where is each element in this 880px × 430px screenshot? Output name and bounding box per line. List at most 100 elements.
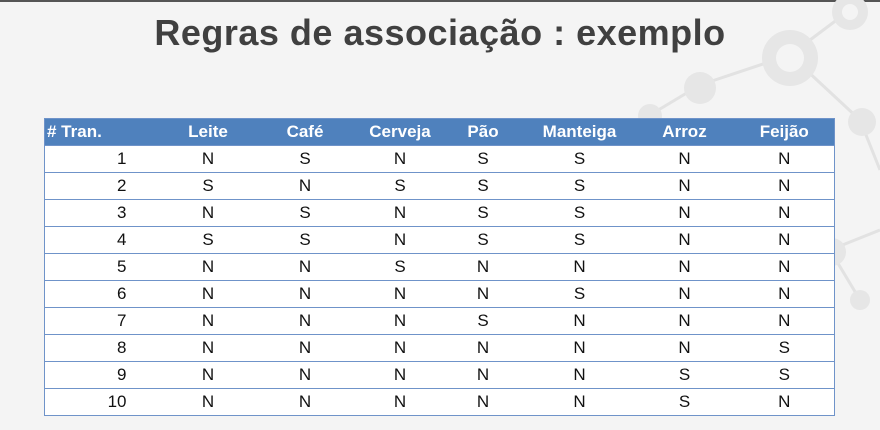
item-value-cell: S [524,199,635,227]
item-value-cell: N [734,388,835,416]
item-value-cell: N [164,307,252,335]
item-value-cell: S [524,172,635,200]
item-value-cell: N [358,226,442,254]
item-value-cell: N [634,145,735,173]
item-value-cell: S [524,280,635,308]
item-value-cell: N [634,199,735,227]
item-value-cell: S [441,199,525,227]
item-value-cell: N [441,361,525,389]
transactions-table: # Tran. Leite Café Cerveja Pão Manteiga Arroz F… [44,118,835,416]
header-leite: Leite [164,118,252,146]
item-value-cell: N [251,388,359,416]
item-value-cell: N [251,280,359,308]
item-value-cell: N [524,334,635,362]
item-value-cell: S [524,145,635,173]
item-value-cell: S [358,253,442,281]
item-value-cell: S [164,172,252,200]
item-value-cell: S [358,172,442,200]
item-value-cell: N [524,361,635,389]
item-value-cell: N [164,145,252,173]
item-value-cell: N [164,334,252,362]
table-header: # Tran. Leite Café Cerveja Pão Manteiga Arroz F… [44,118,835,146]
item-value-cell: N [164,280,252,308]
item-value-cell: N [441,280,525,308]
item-value-cell: N [734,226,835,254]
item-value-cell: N [441,388,525,416]
item-value-cell: N [441,253,525,281]
transaction-id-cell: 10 [44,388,165,416]
item-value-cell: N [734,172,835,200]
item-value-cell: N [524,388,635,416]
table-row: 4SSNSSNN [44,226,835,254]
header-cafe: Café [251,118,359,146]
item-value-cell: N [734,253,835,281]
item-value-cell: N [251,307,359,335]
item-value-cell: N [734,307,835,335]
item-value-cell: N [164,199,252,227]
item-value-cell: N [358,199,442,227]
item-value-cell: N [358,334,442,362]
item-value-cell: N [524,253,635,281]
item-value-cell: S [251,199,359,227]
transaction-id-cell: 6 [44,280,165,308]
table-row: 6NNNNSNN [44,280,835,308]
item-value-cell: N [164,253,252,281]
item-value-cell: S [441,226,525,254]
table-row: 1NSNSSNN [44,145,835,173]
item-value-cell: N [634,307,735,335]
table-row: 10 N N N N N S N [44,388,835,416]
table-row: 3NSNSSNN [44,199,835,227]
item-value-cell: S [164,226,252,254]
item-value-cell: N [634,334,735,362]
slide-title: Regras de associação : exemplo [154,12,726,53]
transaction-id-cell: 9 [44,361,165,389]
item-value-cell: S [634,388,735,416]
item-value-cell: S [441,172,525,200]
item-value-cell: N [358,388,442,416]
item-value-cell: S [251,145,359,173]
item-value-cell: N [251,172,359,200]
header-transaction: # Tran. [44,118,165,146]
item-value-cell: N [734,199,835,227]
table-row: 2SNSSSNN [44,172,835,200]
transaction-id-cell: 2 [44,172,165,200]
item-value-cell: N [251,253,359,281]
table-body: 1NSNSSNN2SNSSSNN3NSNSSNN4SSNSSNN5NNSNNNN… [44,145,835,416]
header-feijao: Feijão [734,118,835,146]
item-value-cell: N [358,145,442,173]
table-row: 9NNNNNSS [44,361,835,389]
header-arroz: Arroz [634,118,735,146]
item-value-cell: N [524,307,635,335]
header-manteiga: Manteiga [524,118,635,146]
item-value-cell: N [634,253,735,281]
item-value-cell: S [441,145,525,173]
item-value-cell: N [251,334,359,362]
transaction-id-cell: 4 [44,226,165,254]
table-row: 8NNNNNNS [44,334,835,362]
table-row: 5NNSNNNN [44,253,835,281]
item-value-cell: S [441,307,525,335]
item-value-cell: S [524,226,635,254]
item-value-cell: S [734,361,835,389]
item-value-cell: N [441,334,525,362]
item-value-cell: N [634,226,735,254]
header-pao: Pão [441,118,525,146]
item-value-cell: N [358,280,442,308]
transaction-id-cell: 3 [44,199,165,227]
item-value-cell: N [734,280,835,308]
item-value-cell: N [251,361,359,389]
item-value-cell: N [164,361,252,389]
item-value-cell: N [164,388,252,416]
transaction-id-cell: 8 [44,334,165,362]
header-row: # Tran. Leite Café Cerveja Pão Manteiga Arroz F… [44,118,835,146]
top-border-line [0,0,880,2]
item-value-cell: N [634,172,735,200]
item-value-cell: S [734,334,835,362]
item-value-cell: S [251,226,359,254]
header-cerveja: Cerveja [358,118,442,146]
item-value-cell: S [634,361,735,389]
table-row: 7NNNSNNN [44,307,835,335]
item-value-cell: N [358,361,442,389]
item-value-cell: N [634,280,735,308]
transaction-id-cell: 5 [44,253,165,281]
